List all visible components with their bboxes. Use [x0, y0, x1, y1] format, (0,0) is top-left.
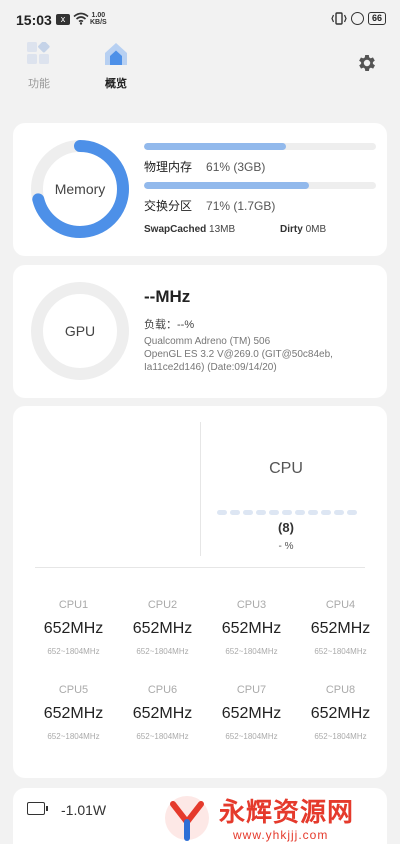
core-range: 652~1804MHz: [47, 732, 100, 741]
cpu-load-segment: [282, 510, 292, 515]
gpu-card[interactable]: GPU --MHz 负载：--% Qualcomm Adreno (TM) 50…: [13, 265, 387, 398]
notification-icon: x: [56, 14, 70, 25]
watermark: 永辉资源网 www.yhkjjj.com: [163, 792, 400, 844]
wifi-icon: [73, 12, 89, 25]
cpu-load-segment: [243, 510, 253, 515]
core-name: CPU3: [236, 599, 267, 611]
core-name: CPU4: [325, 599, 356, 611]
core-name: CPU6: [147, 684, 178, 696]
divider: [35, 567, 365, 568]
cpu-load-segment: [256, 510, 266, 515]
tab-functions-label: 功能: [28, 78, 50, 90]
vibrate-icon: [331, 12, 347, 25]
status-time: 15:03: [16, 12, 52, 28]
home-icon: [105, 43, 127, 65]
cpu-percent: - %: [278, 541, 294, 552]
core-freq: 652MHz: [132, 705, 193, 722]
cpu-core-6: CPU6 652MHz 652~1804MHz: [118, 684, 207, 741]
cpu-load-segment: [334, 510, 344, 515]
core-range: 652~1804MHz: [225, 647, 278, 656]
core-freq: 652MHz: [221, 620, 282, 637]
memory-extra-row: SwapCached 13MB Dirty 0MB: [144, 224, 376, 235]
watermark-logo-icon: [165, 796, 209, 841]
cpu-title: CPU: [269, 460, 303, 477]
gpu-ring-label: GPU: [64, 323, 96, 339]
cpu-core-8: CPU8 652MHz 652~1804MHz: [296, 684, 385, 741]
swap-label: 交换分区: [144, 199, 193, 213]
cpu-load-graph: [217, 510, 357, 515]
core-range: 652~1804MHz: [47, 647, 100, 656]
cpu-core-count: (8): [278, 520, 294, 535]
physical-memory-row: 物理内存 61% (3GB): [144, 158, 265, 175]
swap-bar: [144, 182, 376, 189]
tab-overview-label: 概览: [105, 78, 127, 90]
core-name: CPU7: [236, 684, 267, 696]
cpu-core-3: CPU3 652MHz 652~1804MHz: [207, 599, 296, 656]
gpu-info: Qualcomm Adreno (TM) 506 OpenGL ES 3.2 V…: [144, 336, 333, 373]
cpu-load-segment: [295, 510, 305, 515]
core-freq: 652MHz: [310, 705, 371, 722]
swap-row: 交换分区 71% (1.7GB): [144, 197, 275, 214]
cpu-load-segment: [217, 510, 227, 515]
physical-memory-label: 物理内存: [144, 160, 193, 174]
cpu-load-segment: [230, 510, 240, 515]
memory-card[interactable]: Memory 物理内存 61% (3GB) 交换分区 71% (1.7GB) Swa…: [13, 123, 387, 256]
watermark-text: 永辉资源网: [219, 797, 355, 827]
net-speed-unit: KB/S: [90, 19, 107, 26]
dirty-value: 0MB: [305, 224, 327, 235]
core-freq: 652MHz: [43, 620, 104, 637]
core-range: 652~1804MHz: [314, 647, 367, 656]
core-freq: 652MHz: [43, 705, 104, 722]
divider: [200, 422, 201, 556]
net-speed: 1.00 KB/S: [90, 12, 107, 26]
cpu-load-segment: [269, 510, 279, 515]
status-bar: 15:03 x 1.00 KB/S 66: [0, 0, 400, 38]
core-name: CPU8: [325, 684, 356, 696]
net-speed-value: 1.00: [91, 12, 106, 19]
core-name: CPU2: [147, 599, 178, 611]
cpu-load-segment: [347, 510, 357, 515]
cpu-core-2: CPU2 652MHz 652~1804MHz: [118, 599, 207, 656]
physical-memory-bar: [144, 143, 376, 150]
core-freq: 652MHz: [221, 705, 282, 722]
battery-card[interactable]: -1.01W 永辉资源网 www.yhkjjj.com: [13, 788, 387, 844]
core-name: CPU5: [58, 684, 89, 696]
core-name: CPU1: [58, 599, 89, 611]
dirty-label: Dirty: [280, 224, 303, 235]
top-tabs: 功能 概览: [0, 38, 400, 94]
core-freq: 652MHz: [310, 620, 371, 637]
cpu-card[interactable]: CPU (8) - % CPU1 652MHz 652~1804MHz CPU2…: [13, 406, 387, 778]
watermark-url: www.yhkjjj.com: [233, 828, 329, 842]
core-range: 652~1804MHz: [136, 732, 189, 741]
cpu-core-7: CPU7 652MHz 652~1804MHz: [207, 684, 296, 741]
physical-memory-bar-fill: [144, 143, 286, 150]
core-freq: 652MHz: [132, 620, 193, 637]
tab-overview[interactable]: 概览: [93, 42, 139, 91]
battery-level: 66: [367, 12, 386, 25]
grid-icon: [27, 40, 50, 64]
memory-ring-label: Memory: [54, 181, 106, 197]
gpu-frequency: --MHz: [144, 287, 191, 306]
swapcached-value: 13MB: [209, 224, 236, 235]
cpu-load-segment: [308, 510, 318, 515]
cpu-core-1: CPU1 652MHz 652~1804MHz: [29, 599, 118, 656]
cpu-load-segment: [321, 510, 331, 515]
alarm-icon: [350, 12, 364, 25]
battery-icon: [27, 802, 48, 815]
swap-value: 71% (1.7GB): [206, 199, 276, 213]
core-range: 652~1804MHz: [136, 647, 189, 656]
swapcached-label: SwapCached: [144, 224, 207, 235]
gear-icon[interactable]: [356, 52, 378, 74]
battery-power: -1.01W: [61, 802, 107, 818]
core-range: 652~1804MHz: [314, 732, 367, 741]
cpu-core-5: CPU5 652MHz 652~1804MHz: [29, 684, 118, 741]
physical-memory-value: 61% (3GB): [206, 160, 266, 174]
core-range: 652~1804MHz: [225, 732, 278, 741]
tab-functions[interactable]: 功能: [16, 40, 62, 91]
gpu-load: 负载：--%: [144, 319, 195, 331]
swap-bar-fill: [144, 182, 309, 189]
cpu-core-4: CPU4 652MHz 652~1804MHz: [296, 599, 385, 656]
